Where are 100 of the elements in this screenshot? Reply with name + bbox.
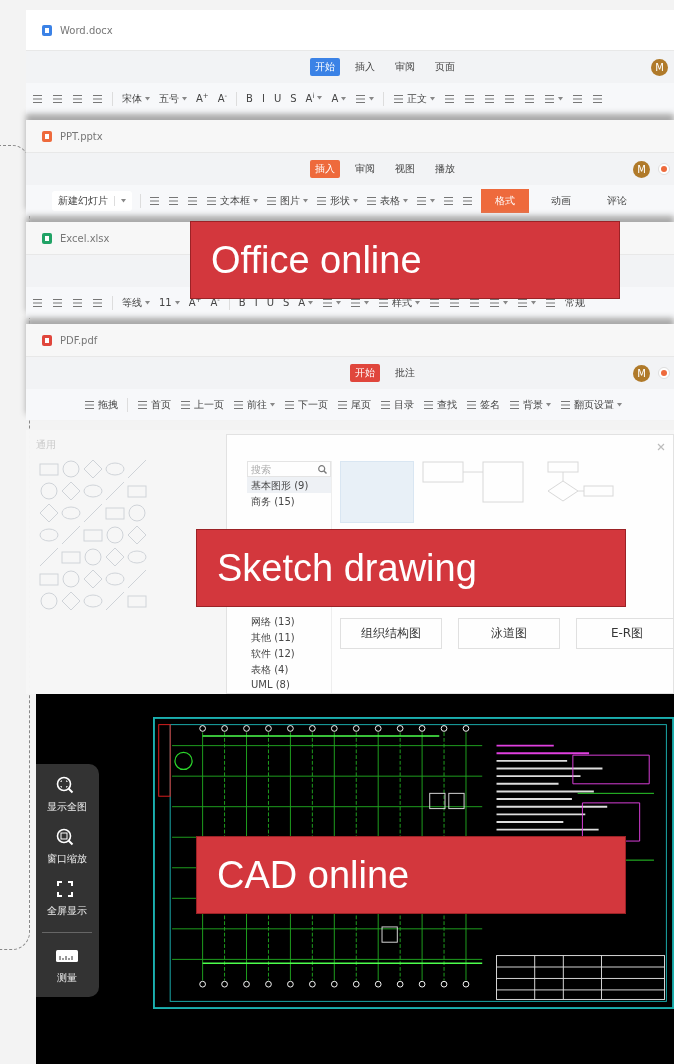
avatar: M <box>633 365 650 382</box>
lines-icon <box>462 195 473 206</box>
cad-tool-button[interactable]: 全屏显示 <box>47 880 88 918</box>
search-icon <box>318 465 327 474</box>
tool-label[interactable]: 下一页 <box>298 397 328 412</box>
avatar: M <box>633 161 650 178</box>
tool-label[interactable]: 背景 <box>523 397 543 412</box>
lines-icon <box>416 195 427 206</box>
lines-icon <box>355 93 367 104</box>
lines-icon <box>350 297 362 308</box>
tool-label[interactable]: 形状 <box>330 193 350 208</box>
ribbon-tab[interactable]: 开始 <box>310 58 340 76</box>
lines-icon <box>168 195 179 206</box>
lines-icon <box>72 297 83 308</box>
lines-icon <box>149 195 160 206</box>
lines-icon <box>449 297 461 308</box>
category-item[interactable]: 表格 (4) <box>247 661 331 677</box>
tool-label[interactable]: U <box>273 93 282 104</box>
tool-label[interactable]: A$^{i}$ <box>305 92 315 105</box>
lines-icon <box>545 297 557 308</box>
ruler-icon <box>56 947 79 965</box>
lines-icon <box>187 195 198 206</box>
ribbon-tab[interactable]: 页面 <box>430 58 460 76</box>
template-card[interactable]: E-R图 <box>576 618 674 649</box>
ribbon-tab[interactable]: 批注 <box>390 364 420 382</box>
tool-label[interactable]: 尾页 <box>351 397 371 412</box>
tool-label[interactable]: 目录 <box>394 397 414 412</box>
lines-icon <box>444 93 456 104</box>
template-card[interactable]: 组织结构图 <box>340 618 442 649</box>
category-item[interactable]: 其他 (11) <box>247 629 331 645</box>
lines-icon <box>489 297 501 308</box>
category-item[interactable]: UML (8) <box>247 677 331 693</box>
lines-icon <box>443 195 454 206</box>
category-item[interactable]: 商务 (15) <box>247 493 331 509</box>
lines-icon <box>92 297 103 308</box>
ribbon-tab[interactable]: 开始 <box>350 364 380 382</box>
tool-label[interactable]: A <box>331 93 339 104</box>
lines-icon <box>464 93 476 104</box>
tool-label[interactable]: S <box>290 93 297 104</box>
lines-icon <box>52 93 63 104</box>
category-item[interactable]: 网络 (13) <box>247 613 331 629</box>
lines-icon <box>322 297 334 308</box>
lines-icon <box>504 93 516 104</box>
lines-icon <box>572 93 584 104</box>
tool-label[interactable]: B <box>246 93 253 104</box>
lines-icon <box>484 93 496 104</box>
ribbon-tab[interactable]: 播放 <box>430 160 460 178</box>
tool-label[interactable]: 文本框 <box>220 193 250 208</box>
tool-label[interactable]: 查找 <box>437 397 457 412</box>
avatar: M <box>651 59 668 76</box>
section-label: CAD online <box>196 836 626 914</box>
lines-icon <box>92 93 103 104</box>
lines-icon <box>52 297 63 308</box>
lines-icon <box>517 297 529 308</box>
section-label: Office online <box>190 221 620 299</box>
tool-label[interactable]: 首页 <box>151 397 171 412</box>
tool-label[interactable]: 上一页 <box>194 397 224 412</box>
ribbon-tab[interactable]: 插入 <box>350 58 380 76</box>
lines-icon <box>469 297 481 308</box>
slide-dropdown[interactable]: 新建幻灯片 <box>52 190 132 211</box>
tool-label[interactable]: 等线 <box>122 295 142 310</box>
dot-circle-icon <box>658 367 670 379</box>
panel-tab[interactable]: 评论 <box>593 188 641 213</box>
template-card[interactable]: 泳道图 <box>458 618 560 649</box>
tool-label[interactable]: 翻页设置 <box>574 397 614 412</box>
dot-circle-icon <box>658 163 670 175</box>
close-icon[interactable] <box>657 443 665 451</box>
tool-label[interactable]: 图片 <box>280 193 300 208</box>
lines-icon <box>524 93 536 104</box>
panel-tab[interactable]: 动画 <box>537 188 585 213</box>
search-field[interactable]: 搜索 <box>247 461 331 477</box>
file-name: PPT.pptx <box>60 130 103 142</box>
tool-label[interactable]: I <box>261 93 265 104</box>
file-name: PDF.pdf <box>60 334 98 346</box>
tool-label[interactable]: 拖拽 <box>98 397 118 412</box>
ribbon-tab[interactable]: 审阅 <box>350 160 380 178</box>
ribbon-tab[interactable]: 审阅 <box>390 58 420 76</box>
tool-label[interactable]: 宋体 <box>122 91 142 106</box>
cad-tool-button[interactable]: 窗口缩放 <box>47 828 88 866</box>
tool-label[interactable]: 11 <box>159 297 172 308</box>
category-item[interactable]: 软件 (12) <box>247 645 331 661</box>
lines-icon <box>429 297 441 308</box>
lines-icon <box>32 93 43 104</box>
lines-icon <box>32 297 43 308</box>
ribbon-tab[interactable]: 视图 <box>390 160 420 178</box>
tool-label[interactable]: 前往 <box>247 397 267 412</box>
tool-label[interactable]: 表格 <box>380 193 400 208</box>
cad-tool-button[interactable]: 测量 <box>56 947 79 985</box>
tool-label[interactable]: 签名 <box>480 397 500 412</box>
tool-label[interactable]: A$^{-}$ <box>217 92 228 105</box>
file-name: Word.docx <box>60 24 113 36</box>
cad-tool-button[interactable]: 显示全图 <box>47 776 88 814</box>
lines-icon <box>72 93 83 104</box>
tool-label[interactable]: A$^{+}$ <box>196 92 209 105</box>
caret-icon <box>121 198 126 203</box>
tool-label[interactable]: 正文 <box>407 91 428 106</box>
section-label: Sketch drawing <box>196 529 626 607</box>
category-item[interactable]: 基本图形 (9) <box>247 477 331 493</box>
lines-icon <box>592 93 604 104</box>
tool-label[interactable]: 五号 <box>159 91 179 106</box>
